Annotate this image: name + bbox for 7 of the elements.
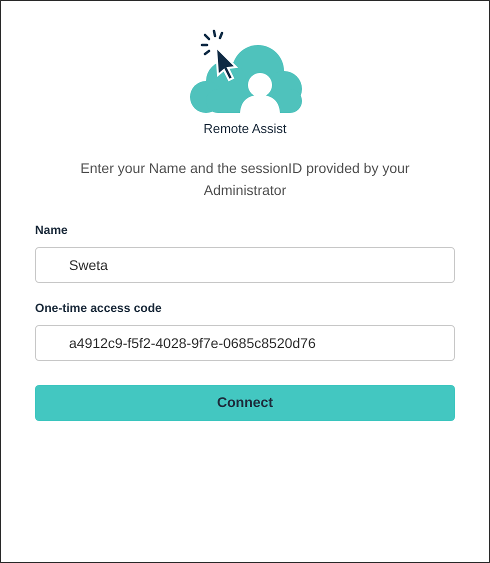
instructions-text: Enter your Name and the sessionID provided by your Administrator — [79, 158, 411, 200]
field-label: Name — [35, 222, 69, 238]
app-title: Remote Assist — [203, 120, 287, 138]
text-field[interactable]: Sweta — [35, 246, 455, 282]
text-field[interactable]: a4912c9-f5f2-4028-9f7e-0685c8520d76 — [35, 324, 455, 360]
field-label: One-time access code — [35, 300, 163, 316]
connect-button[interactable]: Connect — [35, 384, 455, 420]
